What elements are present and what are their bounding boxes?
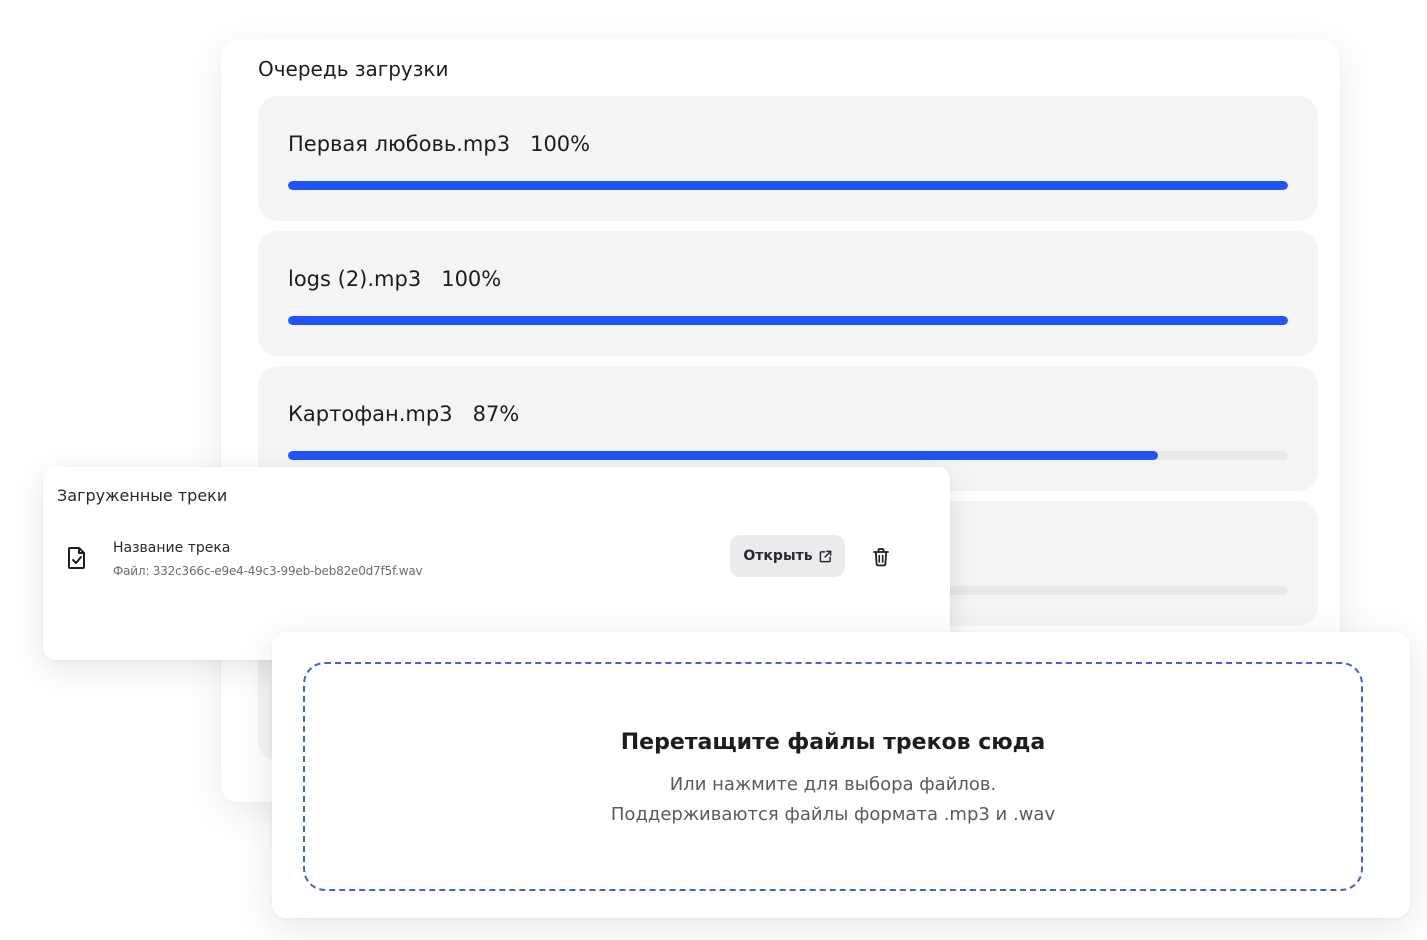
dropzone-formats: Поддерживаются файлы формата .mp3 и .wav	[610, 804, 1056, 825]
progress-fill	[288, 181, 1288, 190]
progress-bar	[288, 181, 1288, 190]
open-button[interactable]: Открыть	[730, 535, 845, 577]
queue-item: logs (2).mp3 100%	[258, 231, 1318, 356]
queue-item-percent: 100%	[441, 267, 502, 291]
queue-item-name: Картофан.mp3	[288, 402, 453, 426]
external-link-icon	[819, 550, 831, 562]
queue-title: Очередь загрузки	[258, 57, 449, 81]
progress-bar	[288, 451, 1288, 460]
track-row: Название трека Файл: 332c366c-e9e4-49c3-…	[43, 533, 950, 583]
file-check-icon	[68, 547, 85, 569]
queue-item-percent: 100%	[530, 132, 591, 156]
trash-icon[interactable]	[872, 547, 890, 567]
dropzone-title: Перетащите файлы треков сюда	[620, 730, 1046, 755]
upload-dropzone-panel: Перетащите файлы треков сюда Или нажмите…	[272, 632, 1410, 918]
progress-bar	[288, 316, 1288, 325]
dropzone-hint: Или нажмите для выбора файлов.	[669, 774, 997, 795]
queue-item: Первая любовь.mp3 100%	[258, 96, 1318, 221]
progress-fill	[288, 451, 1158, 460]
open-button-label: Открыть	[743, 548, 813, 564]
queue-item-name: logs (2).mp3	[288, 267, 422, 291]
queue-item-text: logs (2).mp3 100%	[288, 264, 501, 294]
queue-item-percent: 87%	[472, 402, 520, 426]
track-name: Название трека	[113, 540, 231, 556]
queue-item-text: Картофан.mp3 87%	[288, 399, 519, 429]
queue-item-name: Первая любовь.mp3	[288, 132, 511, 156]
uploaded-tracks-title: Загруженные треки	[57, 486, 228, 505]
track-file-name: Файл: 332c366c-e9e4-49c3-99eb-beb82e0d7f…	[113, 564, 423, 578]
progress-fill	[288, 316, 1288, 325]
file-drop-zone[interactable]: Перетащите файлы треков сюда Или нажмите…	[303, 662, 1363, 891]
queue-item-text: Первая любовь.mp3 100%	[288, 129, 590, 159]
